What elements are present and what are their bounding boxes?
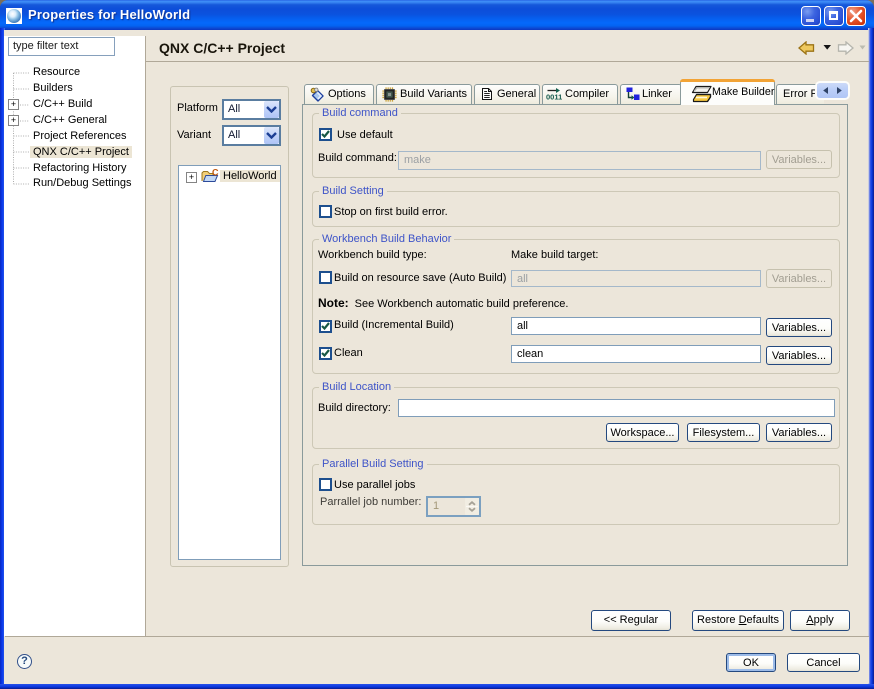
svg-text:C: C — [212, 169, 219, 178]
svg-text:0011: 0011 — [546, 93, 562, 102]
